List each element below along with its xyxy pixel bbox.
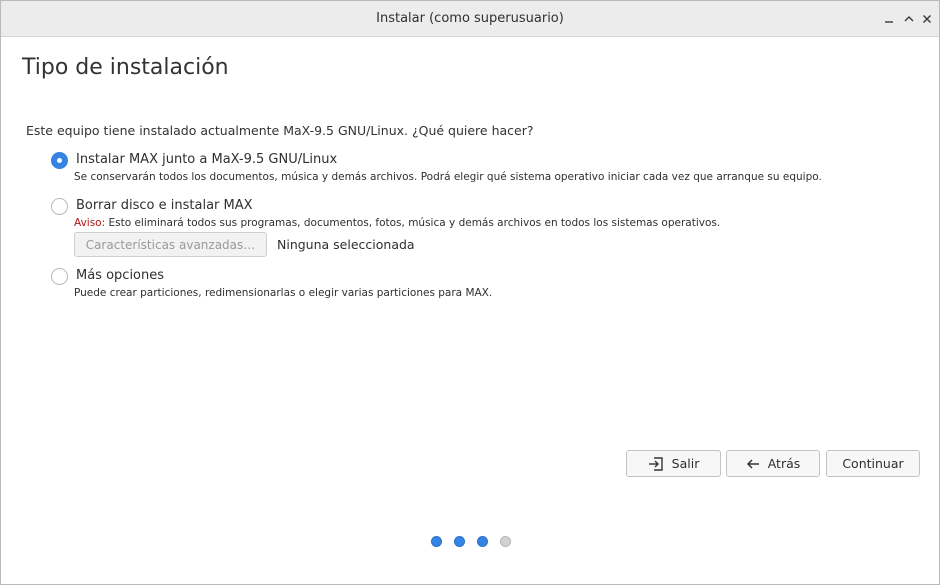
exit-icon xyxy=(648,456,664,471)
advanced-status: Ninguna seleccionada xyxy=(277,237,415,252)
progress-dot-pending xyxy=(500,536,511,547)
warning-label: Aviso: xyxy=(74,217,106,229)
progress-indicator xyxy=(431,536,511,547)
window-title: Instalar (como superusuario) xyxy=(376,11,564,26)
progress-dot-completed xyxy=(454,536,465,547)
continue-button[interactable]: Continuar xyxy=(826,450,920,477)
installer-window: Instalar (como superusuario) Tipo de ins… xyxy=(0,0,940,585)
install-question: Este equipo tiene instalado actualmente … xyxy=(26,123,534,138)
option-label: Instalar MAX junto a MaX-9.5 GNU/Linux xyxy=(76,152,338,167)
option-description: Aviso: Esto eliminará todos sus programa… xyxy=(74,217,720,229)
option-description: Se conservarán todos los documentos, mús… xyxy=(74,171,822,183)
radio-more-options[interactable] xyxy=(51,268,68,285)
quit-label: Salir xyxy=(671,456,700,471)
title-bar[interactable]: Instalar (como superusuario) xyxy=(1,1,939,37)
minimize-icon[interactable] xyxy=(879,9,899,29)
close-icon[interactable] xyxy=(917,9,937,29)
option-label: Borrar disco e instalar MAX xyxy=(76,198,253,213)
radio-install-alongside[interactable] xyxy=(51,152,68,169)
page-title: Tipo de instalación xyxy=(22,55,229,80)
advanced-features-button[interactable]: Características avanzadas… xyxy=(74,232,267,257)
back-button[interactable]: Atrás xyxy=(726,450,820,477)
maximize-icon[interactable] xyxy=(899,9,919,29)
option-label: Más opciones xyxy=(76,268,165,283)
warning-text: Esto eliminará todos sus programas, docu… xyxy=(105,217,721,229)
back-label: Atrás xyxy=(767,456,801,471)
option-description: Puede crear particiones, redimensionarla… xyxy=(74,287,493,299)
progress-dot-completed xyxy=(477,536,488,547)
arrow-left-icon xyxy=(746,458,760,470)
radio-erase-disk[interactable] xyxy=(51,198,68,215)
progress-dot-completed xyxy=(431,536,442,547)
quit-button[interactable]: Salir xyxy=(626,450,721,477)
